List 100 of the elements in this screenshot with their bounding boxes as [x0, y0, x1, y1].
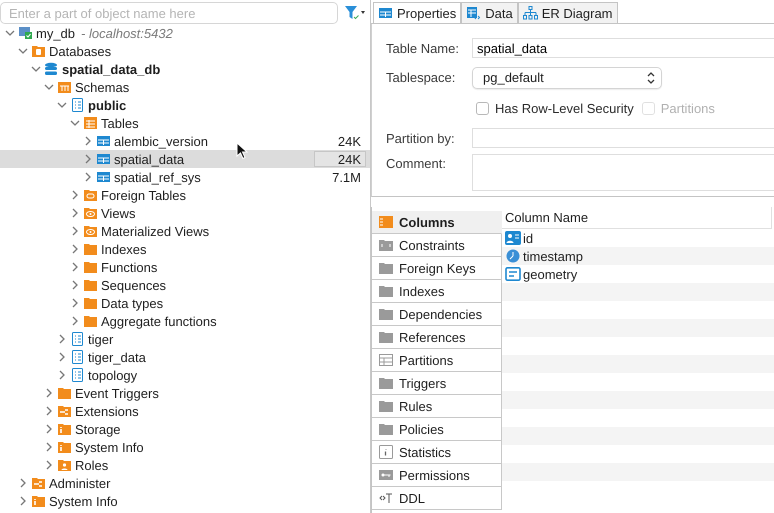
table-name-field[interactable]: spatial_data — [472, 38, 774, 58]
tree-item[interactable]: Schemas — [0, 78, 370, 96]
tree-item-label: System Info — [49, 494, 118, 508]
editor-tab[interactable]: ER Diagram — [518, 2, 618, 23]
tree-item-label: spatial_data — [114, 152, 184, 166]
tree-item[interactable]: Foreign Tables — [0, 186, 370, 204]
database-folder-icon — [31, 44, 46, 58]
search-field[interactable]: Enter a part of object name here — [0, 2, 338, 24]
tree-item-label: Data types — [101, 296, 164, 310]
info-folder-icon — [57, 440, 72, 454]
section-tab[interactable]: Statistics — [372, 441, 502, 464]
tree-item-label: Schemas — [75, 80, 130, 94]
tree-item[interactable]: Tables — [0, 114, 370, 132]
editor-tab[interactable]: Properties — [373, 2, 462, 23]
field-label: Partition by: — [386, 130, 456, 146]
field-label: Table Name: — [386, 40, 460, 56]
tree-item[interactable]: Event Triggers — [0, 384, 370, 402]
table-icon — [378, 6, 393, 20]
filter-icon[interactable] — [344, 4, 366, 22]
section-tab[interactable]: Triggers — [372, 372, 502, 395]
table-icon — [96, 152, 111, 166]
section-tab[interactable]: Dependencies — [372, 303, 502, 326]
folder-icon — [83, 278, 98, 292]
folder-icon — [378, 399, 394, 413]
table-row[interactable]: timestamp — [502, 247, 774, 265]
schema-icon — [70, 98, 85, 112]
tree-item[interactable]: topology — [0, 366, 370, 384]
folder-icon — [378, 330, 394, 344]
plug-folder-icon — [31, 476, 46, 490]
folder-icon — [378, 261, 394, 275]
editor-tab[interactable]: Data — [461, 2, 518, 23]
tree-item-label: Functions — [101, 260, 158, 274]
folder-icon — [378, 422, 394, 436]
tree-item[interactable]: System Info — [0, 438, 370, 456]
tree-item[interactable]: Aggregate functions — [0, 312, 370, 330]
tree-item[interactable]: Databases — [0, 42, 370, 60]
tree-item-label: Roles — [75, 458, 108, 472]
table-size: 24K — [314, 151, 366, 167]
section-tab[interactable]: Indexes — [372, 280, 502, 303]
section-tab[interactable]: Policies — [372, 418, 502, 441]
folder-icon — [83, 296, 98, 310]
tree-item[interactable]: my_db - localhost:5432 — [0, 24, 370, 42]
folder-icon — [83, 260, 98, 274]
section-tab[interactable]: References — [372, 326, 502, 349]
tree-item[interactable]: Functions — [0, 258, 370, 276]
section-tab[interactable]: DDL — [372, 487, 502, 510]
tree-item[interactable]: Materialized Views — [0, 222, 370, 240]
tree-item[interactable]: Extensions — [0, 402, 370, 420]
tree-item[interactable]: alembic_version 24K — [0, 132, 370, 150]
partition-by-field[interactable] — [472, 128, 774, 148]
field-label: Comment: — [386, 155, 447, 172]
tree-item[interactable]: spatial_data 24K — [0, 150, 370, 168]
table-size: 24K — [336, 133, 362, 149]
tree-item[interactable]: Views — [0, 204, 370, 222]
checkbox[interactable]: Has Row-Level Security — [476, 100, 634, 116]
tree-item[interactable]: public — [0, 96, 370, 114]
tree-item-label: Views — [101, 206, 136, 220]
tree-item-label: tiger — [88, 332, 114, 346]
tree-item[interactable]: spatial_data_db — [0, 60, 370, 78]
eye-folder-icon — [83, 206, 98, 220]
section-tab[interactable]: Columns — [372, 211, 502, 234]
tree-item-label: alembic_version — [114, 134, 208, 148]
code-text-icon — [378, 491, 394, 505]
tree-item-label: topology — [88, 368, 138, 382]
section-tab[interactable]: Permissions — [372, 464, 502, 487]
constraint-icon — [378, 238, 394, 252]
mouse-pointer-icon — [236, 142, 248, 160]
section-tab[interactable]: Rules — [372, 395, 502, 418]
folder-icon — [378, 307, 394, 321]
tablespace-select[interactable]: pg_default — [472, 66, 662, 89]
section-tab[interactable]: Constraints — [372, 234, 502, 257]
tree-item[interactable]: Administer — [0, 474, 370, 492]
section-tab[interactable]: Partitions — [372, 349, 502, 372]
field-label: Tablespace: — [386, 70, 456, 86]
comment-field[interactable] — [472, 154, 774, 192]
folder-icon — [378, 376, 394, 390]
tree-item[interactable]: Storage — [0, 420, 370, 438]
schema-icon — [70, 350, 85, 364]
tree-item[interactable]: Roles — [0, 456, 370, 474]
tree-item-label: Extensions — [75, 404, 139, 418]
tree-item[interactable]: Indexes — [0, 240, 370, 258]
tree-item[interactable]: tiger_data — [0, 348, 370, 366]
tree-item[interactable]: System Info — [0, 492, 370, 510]
diagram-icon — [522, 6, 538, 20]
tree-item-label: Tables — [101, 116, 139, 130]
tree-item-label: Databases — [49, 44, 112, 58]
tree-item-label: Materialized Views — [101, 224, 210, 238]
database-icon — [44, 62, 59, 76]
folder-icon — [83, 242, 98, 256]
tree-item[interactable]: spatial_ref_sys 7.1M — [0, 168, 370, 186]
tree-item-label: Administer — [49, 476, 110, 490]
tree-item[interactable]: Data types — [0, 294, 370, 312]
section-tab[interactable]: Foreign Keys — [372, 257, 502, 280]
clock-icon — [505, 249, 521, 263]
info-folder-icon — [57, 422, 72, 436]
eye-folder-icon — [83, 224, 98, 238]
folder-icon — [378, 284, 394, 298]
tree-item-label: Storage — [75, 422, 121, 436]
tree-item[interactable]: tiger — [0, 330, 370, 348]
tree-item[interactable]: Sequences — [0, 276, 370, 294]
